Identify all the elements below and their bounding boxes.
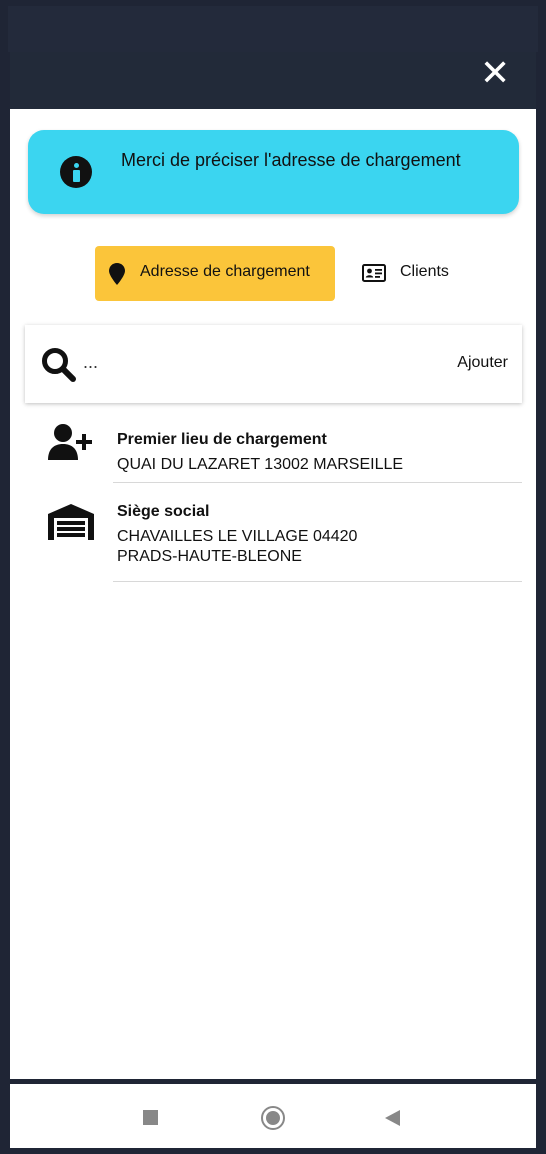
list-item[interactable]: Premier lieu de chargement QUAI DU LAZAR… <box>10 411 536 483</box>
address-title: Premier lieu de chargement <box>117 431 327 448</box>
home-icon[interactable] <box>261 1106 285 1130</box>
modal-content: Merci de préciser l'adresse de chargemen… <box>10 109 536 1079</box>
tab-loading-address[interactable]: Adresse de chargement <box>95 246 335 301</box>
search-input[interactable]: ... <box>83 352 98 373</box>
device-frame: ✕ Merci de préciser l'adresse de chargem… <box>0 0 546 1154</box>
modal-header: ✕ <box>10 52 536 109</box>
tab-label: Clients <box>400 263 449 280</box>
divider <box>113 581 522 582</box>
info-text: Merci de préciser l'adresse de chargemen… <box>121 150 461 170</box>
tab-label: Adresse de chargement <box>140 263 310 280</box>
add-user-icon <box>48 424 92 460</box>
address-line: QUAI DU LAZARET 13002 MARSEILLE <box>117 456 404 473</box>
tab-clients[interactable]: Clients <box>360 246 480 301</box>
info-icon <box>60 156 92 188</box>
address-title: Siège social <box>117 503 210 520</box>
address-line: PRADS-HAUTE-BLEONE <box>117 548 302 565</box>
add-button[interactable]: Ajouter <box>457 354 508 372</box>
info-banner: Merci de préciser l'adresse de chargemen… <box>28 130 519 214</box>
address-list: Premier lieu de chargement QUAI DU LAZAR… <box>10 411 536 582</box>
list-item[interactable]: Siège social CHAVAILLES LE VILLAGE 04420… <box>10 483 536 582</box>
close-icon[interactable]: ✕ <box>480 55 510 91</box>
search-bar[interactable]: ... Ajouter <box>25 325 522 403</box>
warehouse-icon <box>48 504 94 540</box>
id-card-icon <box>362 264 386 282</box>
back-icon[interactable] <box>385 1110 400 1126</box>
status-bar <box>8 6 538 52</box>
search-icon <box>42 348 76 382</box>
system-navbar <box>10 1084 536 1148</box>
tab-bar: Adresse de chargement Clients <box>10 246 536 302</box>
recent-apps-icon[interactable] <box>143 1110 158 1125</box>
address-line: CHAVAILLES LE VILLAGE 04420 <box>117 528 358 545</box>
map-pin-icon <box>109 263 125 285</box>
